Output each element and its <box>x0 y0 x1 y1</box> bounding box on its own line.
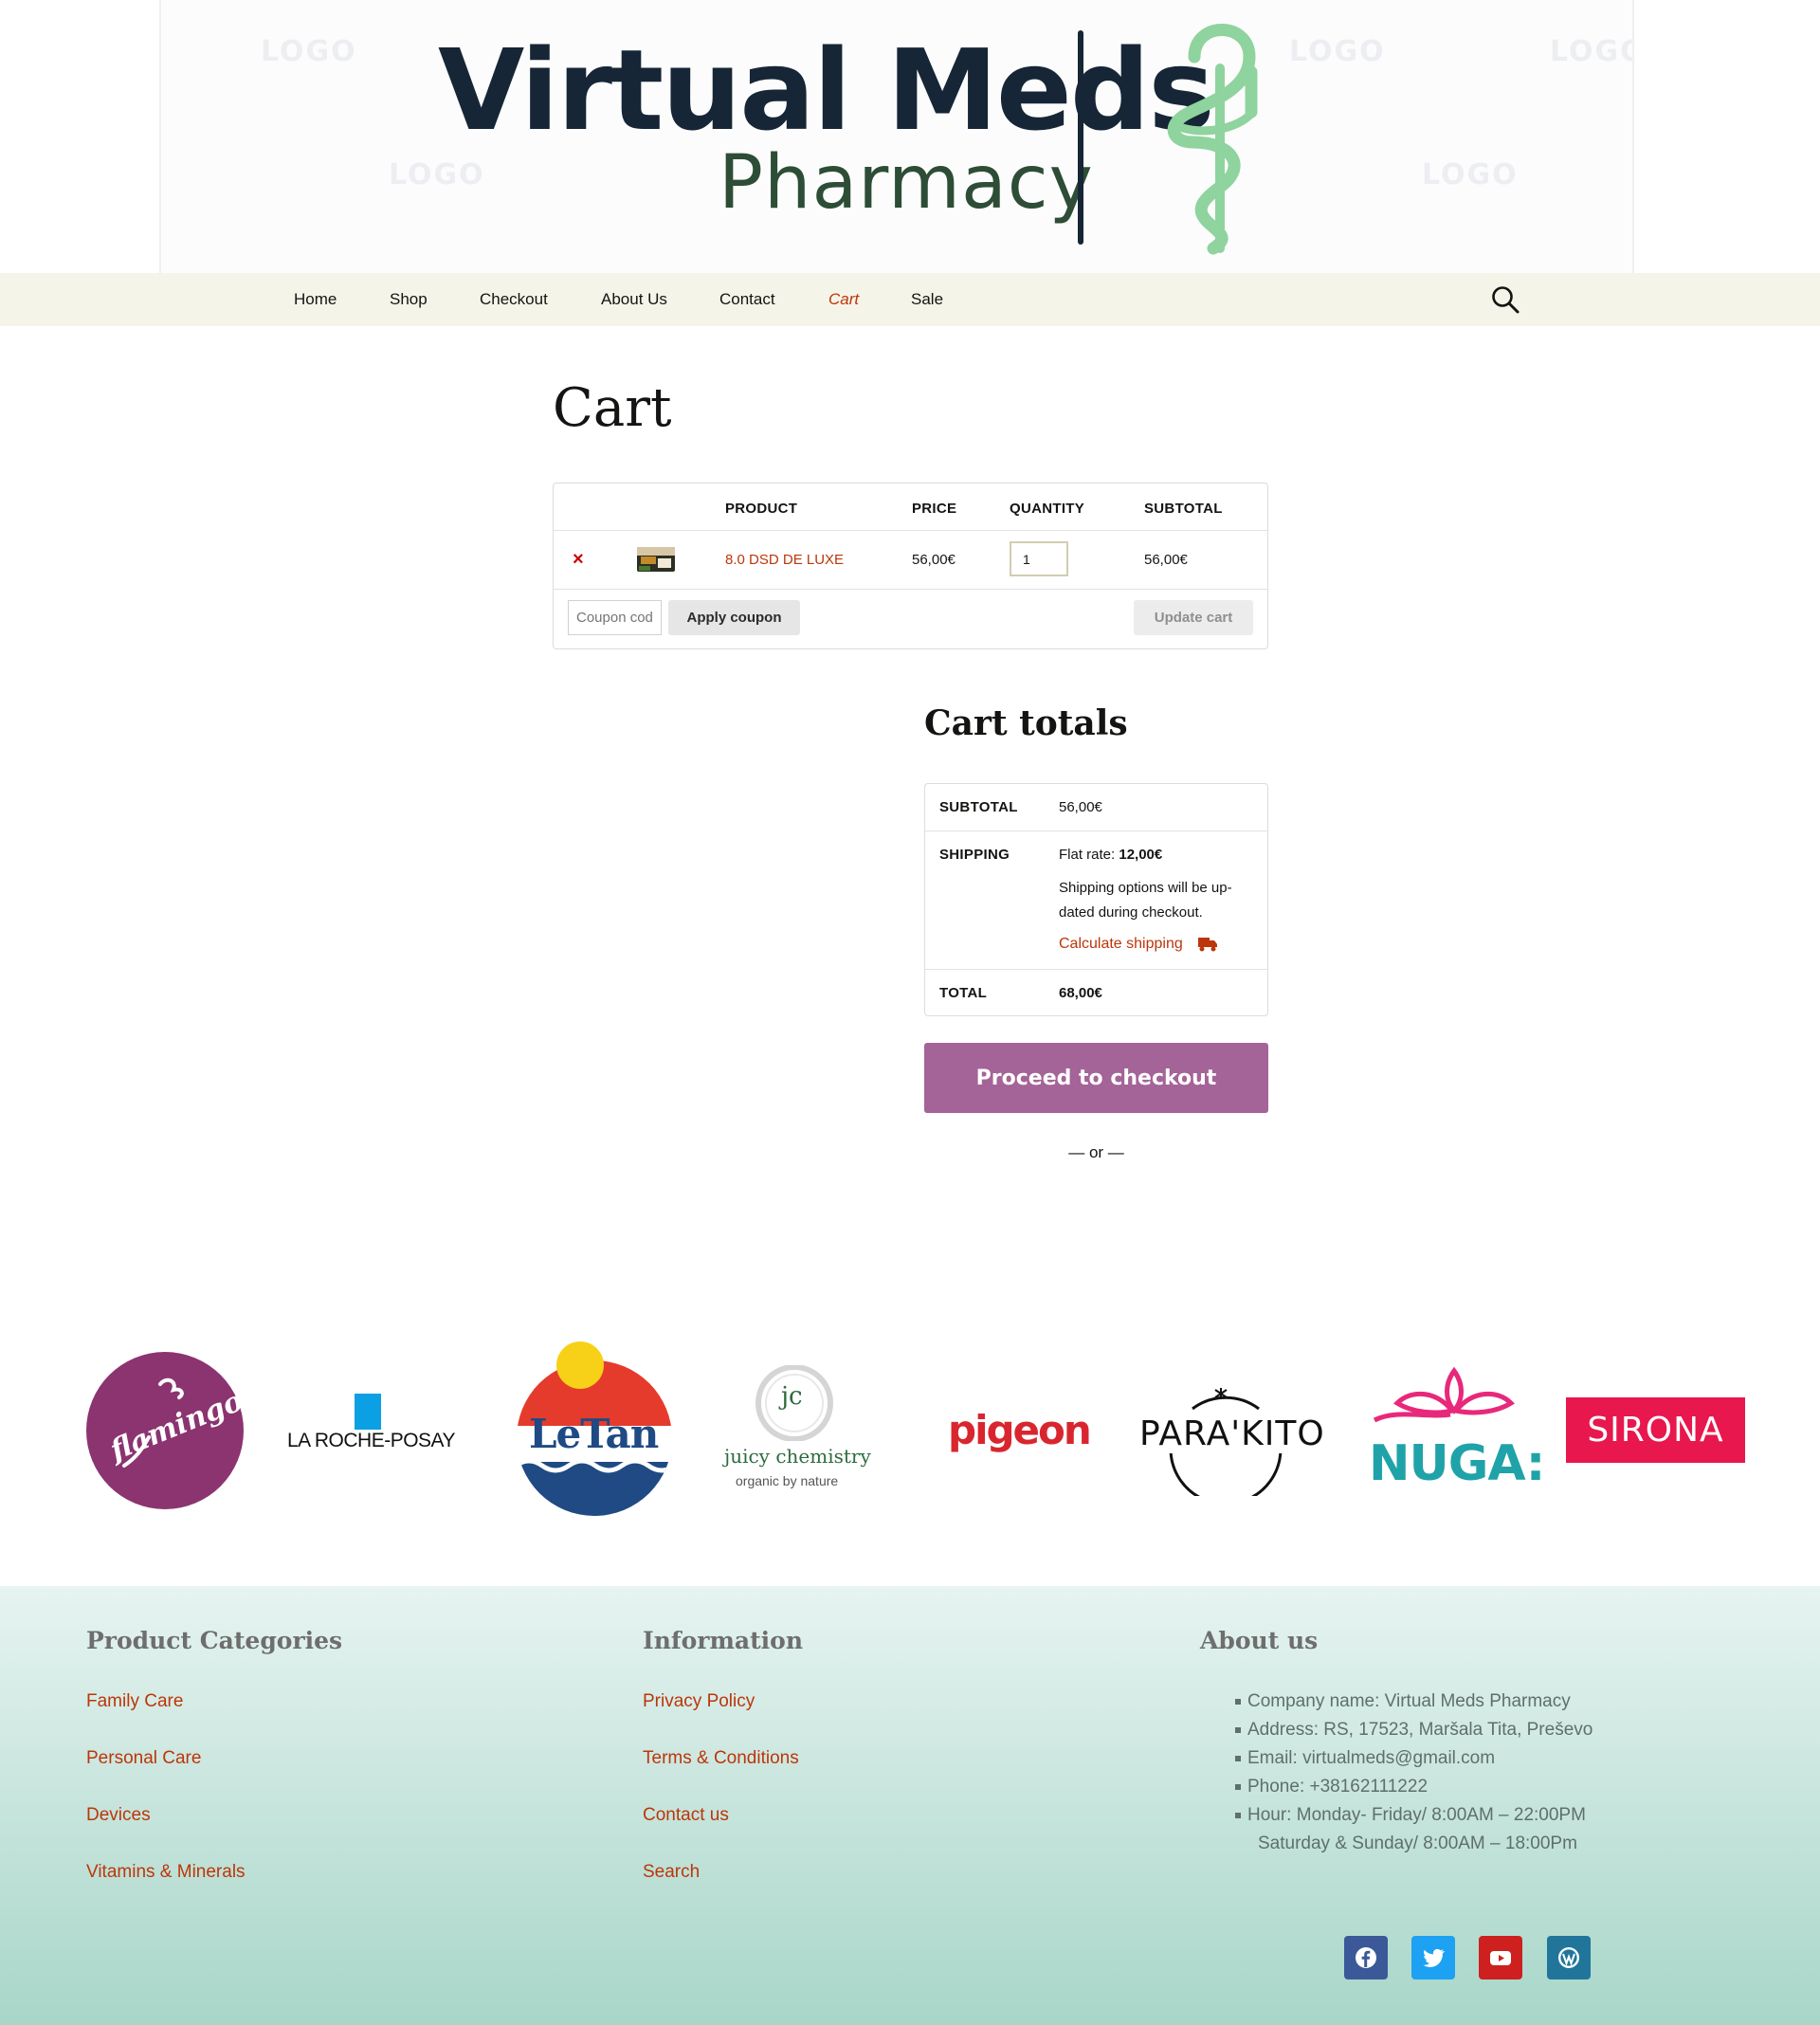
flat-rate-value: 12,00€ <box>1119 847 1163 863</box>
footer-link-contact-us[interactable]: Contact us <box>643 1805 729 1826</box>
brand-flamingo-logo[interactable]: flamingo <box>86 1352 247 1509</box>
update-cart-button[interactable]: Update cart <box>1134 600 1253 635</box>
footer-link-search[interactable]: Search <box>643 1862 700 1883</box>
brand-letan-logo[interactable]: LeTan <box>516 1341 673 1517</box>
about-address: Address: RS, 17523, Maršala Tita, Prešev… <box>1235 1716 1592 1744</box>
brand-sirona-logo[interactable]: SIRONA <box>1566 1397 1745 1463</box>
juicy-tagline: organic by nature <box>736 1473 839 1488</box>
wordpress-glyph <box>1558 1947 1579 1968</box>
about-email: Email: virtualmeds@gmail.com <box>1235 1744 1592 1773</box>
logo-divider <box>1078 30 1083 245</box>
subtotal-value: 56,00€ <box>1059 799 1102 815</box>
flat-rate-label: Flat rate: <box>1059 847 1116 863</box>
truck-icon[interactable] <box>1198 937 1217 952</box>
nav-about-us[interactable]: About Us <box>601 290 667 309</box>
subtotal-label: SUBTOTAL <box>939 799 1018 815</box>
youtube-glyph <box>1490 1951 1511 1965</box>
nuga-lotus-icon <box>1373 1366 1515 1423</box>
facebook-glyph <box>1356 1947 1376 1968</box>
product-name-link[interactable]: 8.0 DSD DE LUXE <box>725 552 844 568</box>
footer-about-title: About us <box>1200 1627 1319 1654</box>
nav-shop[interactable]: Shop <box>390 290 428 309</box>
col-header-price: PRICE <box>912 501 957 517</box>
coupon-code-input[interactable] <box>568 600 662 635</box>
header-banner: LOGO LOGO LOGO LOGO LOGO Virtual Meds Ph… <box>159 0 1634 273</box>
nav-cart[interactable]: Cart <box>828 290 859 309</box>
total-value: 68,00€ <box>1059 985 1102 1001</box>
or-separator: — or — <box>1068 1143 1124 1161</box>
nuga-wordmark: NUGA: <box>1369 1435 1545 1492</box>
footer-categories-title: Product Categories <box>86 1627 343 1654</box>
about-hours: Hour: Monday- Friday/ 8:00AM – 22:00PM <box>1235 1801 1592 1830</box>
col-header-product: PRODUCT <box>725 501 798 517</box>
brand-parakito-logo[interactable]: PARA'KITO <box>1136 1382 1327 1505</box>
remove-item-button[interactable]: × <box>573 550 584 569</box>
page-title: Cart <box>553 377 672 439</box>
footer-link-vitamins-minerals[interactable]: Vitamins & Minerals <box>86 1862 246 1883</box>
search-icon[interactable] <box>1490 284 1520 315</box>
row-divider <box>925 969 1267 970</box>
about-hours-weekend: Saturday & Sunday/ 8:00AM – 18:00Pm <box>1258 1833 1577 1853</box>
total-label: TOTAL <box>939 985 988 1001</box>
about-phone: Phone: +38162111222 <box>1235 1773 1592 1801</box>
col-header-subtotal: SUBTOTAL <box>1144 501 1223 517</box>
laroche-square-icon <box>355 1394 381 1430</box>
proceed-to-checkout-button[interactable]: Proceed to checkout <box>924 1043 1268 1113</box>
youtube-icon[interactable] <box>1479 1936 1522 1979</box>
main-navbar <box>0 273 1820 326</box>
shipping-label: SHIPPING <box>939 847 1010 863</box>
footer-information-title: Information <box>643 1627 804 1654</box>
about-company-name: Company name: Virtual Meds Pharmacy <box>1235 1688 1592 1716</box>
row-divider <box>554 530 1267 531</box>
wordpress-icon[interactable] <box>1547 1936 1591 1979</box>
juicy-wordmark: juicy chemistry <box>724 1445 871 1468</box>
shipping-note-line2: dated during checkout. <box>1059 904 1203 921</box>
shipping-note-line1: Shipping options will be up- <box>1059 880 1232 896</box>
col-header-quantity: QUANTITY <box>1010 501 1085 517</box>
pigeon-wordmark: pigeon <box>948 1407 1092 1453</box>
twitter-glyph <box>1423 1948 1445 1967</box>
product-thumbnail[interactable] <box>637 547 675 572</box>
footer-link-personal-care[interactable]: Personal Care <box>86 1748 201 1769</box>
footer-link-terms-conditions[interactable]: Terms & Conditions <box>643 1748 799 1769</box>
calculate-shipping-link[interactable]: Calculate shipping <box>1059 936 1183 953</box>
apply-coupon-button[interactable]: Apply coupon <box>668 600 800 635</box>
nav-contact[interactable]: Contact <box>719 290 775 309</box>
laroche-wordmark: LA ROCHE-POSAY <box>287 1430 456 1451</box>
footer-link-privacy-policy[interactable]: Privacy Policy <box>643 1691 755 1712</box>
brand-juicy-chemistry-logo[interactable]: jc juicy chemistry organic by nature <box>717 1364 878 1498</box>
footer-link-family-care[interactable]: Family Care <box>86 1691 183 1712</box>
logo-graphics <box>1078 24 1258 255</box>
product-subtotal: 56,00€ <box>1144 552 1188 568</box>
brand-nuga-logo[interactable]: NUGA: <box>1369 1365 1545 1498</box>
brand-pigeon-logo[interactable]: pigeon <box>948 1407 1100 1464</box>
twitter-icon[interactable] <box>1411 1936 1455 1979</box>
footer-about-list: Company name: Virtual Meds Pharmacy Addr… <box>1235 1688 1592 1858</box>
caduceus-icon <box>1167 24 1258 255</box>
brand-laroche-posay-logo[interactable]: LA ROCHE-POSAY <box>284 1392 456 1458</box>
parakito-wordmark: PARA'KITO <box>1138 1414 1327 1453</box>
facebook-icon[interactable] <box>1344 1936 1388 1979</box>
product-image <box>637 547 675 572</box>
nav-home[interactable]: Home <box>294 290 337 309</box>
cart-totals-table: SUBTOTAL 56,00€ SHIPPING Flat rate: 12,0… <box>924 783 1268 1016</box>
row-divider <box>925 830 1267 831</box>
footer-link-devices[interactable]: Devices <box>86 1805 151 1826</box>
product-price: 56,00€ <box>912 552 956 568</box>
row-divider <box>554 589 1267 590</box>
nav-checkout[interactable]: Checkout <box>480 290 548 309</box>
quantity-input[interactable] <box>1010 541 1068 576</box>
flat-rate: Flat rate: 12,00€ <box>1059 843 1162 867</box>
cart-table: PRODUCT PRICE QUANTITY SUBTOTAL × 8.0 DS… <box>553 483 1268 649</box>
letan-wordmark: LeTan <box>529 1411 659 1457</box>
juicy-monogram: jc <box>781 1382 803 1411</box>
sirona-wordmark: SIRONA <box>1587 1411 1724 1450</box>
nav-sale[interactable]: Sale <box>911 290 943 309</box>
cart-totals-title: Cart totals <box>924 703 1128 743</box>
